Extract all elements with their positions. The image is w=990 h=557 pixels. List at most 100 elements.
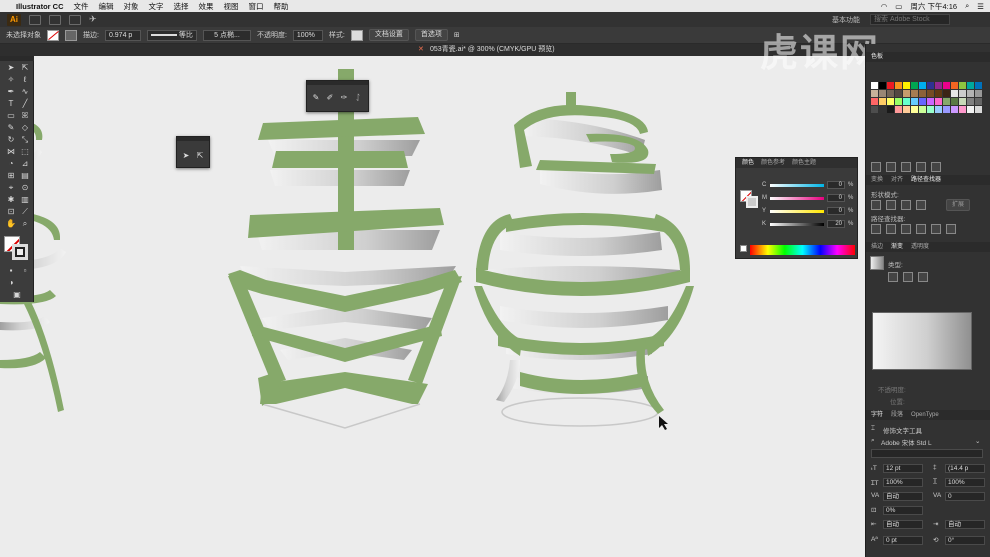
tab-gradient[interactable]: 渐变 bbox=[891, 242, 903, 252]
baseline-shift-field[interactable]: 0 pt bbox=[883, 536, 923, 545]
swatch-kind-icon[interactable] bbox=[886, 162, 896, 172]
menu-select[interactable]: 选择 bbox=[174, 1, 189, 12]
color-swatch[interactable] bbox=[871, 106, 878, 113]
graph-tool-icon[interactable]: ▥ bbox=[19, 195, 31, 205]
color-swatch[interactable] bbox=[975, 82, 982, 89]
color-swatch[interactable] bbox=[927, 82, 934, 89]
tools-panel-header[interactable] bbox=[0, 56, 34, 61]
color-swatch[interactable] bbox=[903, 90, 910, 97]
curvature-tool-icon[interactable]: ∿ bbox=[19, 87, 31, 97]
stroke-swatch[interactable] bbox=[65, 29, 77, 41]
horizontal-scale-field[interactable]: 100% bbox=[945, 478, 985, 487]
color-swatch[interactable] bbox=[887, 90, 894, 97]
color-swatch[interactable] bbox=[871, 90, 878, 97]
menu-file[interactable]: 文件 bbox=[74, 1, 89, 12]
color-swatch[interactable] bbox=[951, 90, 958, 97]
color-swatch[interactable] bbox=[951, 98, 958, 105]
document-setup-button[interactable]: 文档设置 bbox=[368, 29, 409, 41]
scale-tool-icon[interactable]: ⤡ bbox=[19, 135, 31, 145]
rotate-tool-icon[interactable]: ↻ bbox=[5, 135, 17, 145]
crop-icon[interactable] bbox=[916, 224, 926, 234]
color-spectrum[interactable] bbox=[750, 245, 855, 255]
vertical-scale-field[interactable]: 100% bbox=[883, 478, 923, 487]
color-swatch[interactable] bbox=[975, 90, 982, 97]
selection-tool-icon[interactable]: ➤ bbox=[5, 63, 17, 73]
color-swatch[interactable] bbox=[919, 98, 926, 105]
brush-definition[interactable]: 5 点椭... bbox=[202, 29, 251, 41]
color-swatch[interactable] bbox=[879, 90, 886, 97]
slider-m[interactable]: M 0 % bbox=[762, 194, 854, 203]
color-swatch[interactable] bbox=[895, 90, 902, 97]
menu-list-icon[interactable]: ☰ bbox=[977, 2, 984, 11]
minus-front-icon[interactable] bbox=[886, 200, 896, 210]
zoom-tool-icon[interactable]: ⌕ bbox=[19, 219, 31, 229]
clock[interactable]: 周六 下午4:16 bbox=[910, 1, 957, 12]
tab-character[interactable]: 字符 bbox=[871, 410, 883, 420]
float-panel-header[interactable] bbox=[307, 81, 368, 85]
tracking-field[interactable]: 0 bbox=[945, 492, 985, 501]
aki-left-field[interactable]: 自动 bbox=[883, 520, 923, 529]
lasso-icon[interactable]: ℓ bbox=[19, 75, 31, 85]
perspective-grid-icon[interactable]: ⊿ bbox=[19, 159, 31, 169]
wifi-icon[interactable]: ◠ bbox=[881, 2, 888, 11]
tab-pathfinder[interactable]: 路径查找器 bbox=[911, 175, 941, 185]
trim-icon[interactable] bbox=[886, 224, 896, 234]
document-title[interactable]: 053青瓷.ai* @ 300% (CMYK/GPU 预览) bbox=[430, 44, 555, 56]
menu-type[interactable]: 文字 bbox=[149, 1, 164, 12]
variable-width-profile[interactable]: 等比 bbox=[146, 29, 197, 41]
battery-icon[interactable]: ▭ bbox=[895, 2, 902, 11]
font-style-field[interactable] bbox=[871, 449, 983, 458]
color-swatch[interactable] bbox=[959, 98, 966, 105]
float-panel-header[interactable] bbox=[177, 137, 209, 141]
gradient-mode-icon[interactable]: ▫ bbox=[19, 266, 31, 276]
color-swatch[interactable] bbox=[975, 98, 982, 105]
document-tab[interactable]: ✕ 053青瓷.ai* @ 300% (CMYK/GPU 预览) bbox=[0, 44, 865, 56]
bridge-button[interactable] bbox=[29, 14, 41, 25]
color-swatch[interactable] bbox=[935, 82, 942, 89]
color-swatch[interactable] bbox=[895, 82, 902, 89]
new-swatch-icon[interactable] bbox=[916, 162, 926, 172]
slice-tool-icon[interactable]: ⟋ bbox=[19, 207, 31, 217]
type-tool-icon[interactable]: T bbox=[5, 99, 17, 109]
tsume-field[interactable]: 0% bbox=[883, 506, 923, 515]
exclude-icon[interactable] bbox=[916, 200, 926, 210]
mesh-tool-icon[interactable]: ⊞ bbox=[5, 171, 17, 181]
arrange-icon[interactable]: ⊞ bbox=[454, 31, 460, 39]
search-icon[interactable]: ⌕ bbox=[965, 1, 969, 11]
blend-tool-icon[interactable]: ⊙ bbox=[19, 183, 31, 193]
menu-object[interactable]: 对象 bbox=[124, 1, 139, 12]
menu-view[interactable]: 视图 bbox=[224, 1, 239, 12]
stock-search-input[interactable]: 搜索 Adobe Stock bbox=[870, 14, 950, 25]
color-swatch[interactable] bbox=[903, 98, 910, 105]
font-family-row[interactable]: ⌕ Adobe 宋体 Std L ⌄ bbox=[871, 437, 986, 447]
color-stroke-swatch[interactable] bbox=[746, 196, 758, 208]
hand-tool-icon[interactable]: ✋ bbox=[5, 219, 17, 229]
color-swatch[interactable] bbox=[959, 82, 966, 89]
kerning-field[interactable]: 自动 bbox=[883, 492, 923, 501]
tab-align[interactable]: 对齐 bbox=[891, 175, 903, 185]
pencil-icon[interactable]: ᛇ bbox=[353, 93, 363, 102]
color-swatch[interactable] bbox=[919, 82, 926, 89]
color-swatch[interactable] bbox=[879, 98, 886, 105]
slider-y-track[interactable] bbox=[770, 210, 824, 213]
color-swatch[interactable] bbox=[959, 106, 966, 113]
selection-arrow-icon[interactable]: ➤ bbox=[181, 151, 191, 160]
divide-icon[interactable] bbox=[871, 224, 881, 234]
gradient-preview[interactable] bbox=[872, 312, 972, 370]
color-swatch[interactable] bbox=[903, 82, 910, 89]
menu-help[interactable]: 帮助 bbox=[274, 1, 289, 12]
screen-mode-icon[interactable]: ▣ bbox=[11, 290, 23, 300]
color-swatch[interactable] bbox=[927, 106, 934, 113]
shaper-icon[interactable]: ✑ bbox=[339, 93, 349, 102]
color-swatch[interactable] bbox=[967, 106, 974, 113]
font-dropdown-icon[interactable]: ⌄ bbox=[975, 437, 980, 445]
color-mode-icon[interactable]: ▪ bbox=[5, 266, 17, 276]
stock-button[interactable] bbox=[49, 14, 61, 25]
color-swatch[interactable] bbox=[943, 90, 950, 97]
free-transform-icon[interactable]: ⬚ bbox=[19, 147, 31, 157]
color-swatch[interactable] bbox=[967, 90, 974, 97]
slider-y[interactable]: Y 0 % bbox=[762, 207, 854, 216]
slider-m-track[interactable] bbox=[770, 197, 824, 200]
color-swatch[interactable] bbox=[903, 106, 910, 113]
color-swatch[interactable] bbox=[951, 82, 958, 89]
